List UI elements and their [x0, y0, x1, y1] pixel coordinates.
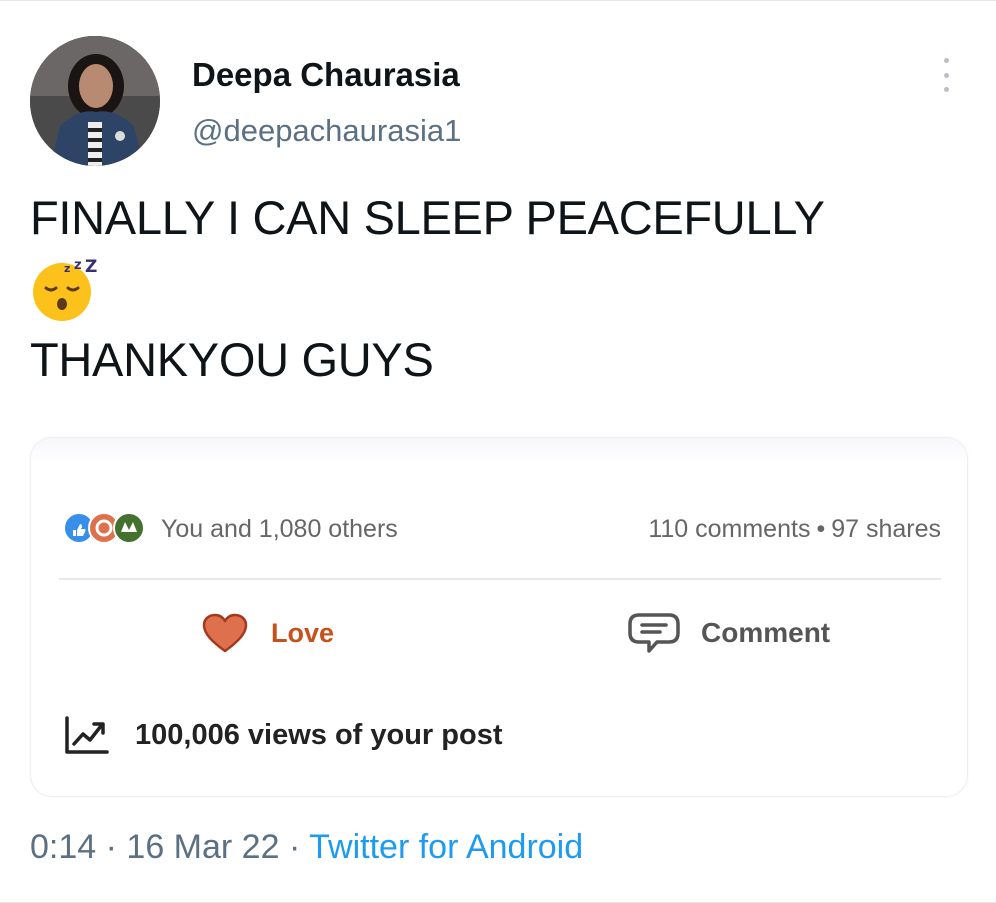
views-count: 100,006 views of your post	[135, 718, 503, 751]
heart-icon	[202, 613, 248, 653]
analytics-trend-icon	[65, 716, 109, 754]
comment-icon	[628, 613, 680, 653]
comment-label: Comment	[701, 617, 831, 648]
sleeping-face-icon: z z Z	[33, 258, 97, 321]
love-label: Love	[271, 617, 335, 648]
reaction-icons	[63, 512, 145, 544]
user-handle[interactable]: @deepachaurasia1	[192, 113, 461, 149]
avatar[interactable]	[30, 36, 160, 166]
post-views[interactable]: 100,006 views of your post	[63, 714, 502, 756]
meta-separator: ·	[105, 828, 117, 866]
tweet-date: 16 Mar 22	[126, 828, 280, 866]
tweet-source-link[interactable]: Twitter for Android	[309, 828, 583, 866]
love-button[interactable]: Love	[201, 608, 334, 658]
display-name[interactable]: Deepa Chaurasia	[192, 56, 460, 94]
embedded-post-card[interactable]: You and 1,080 others 110 comments • 97 sha…	[30, 437, 968, 797]
meta-separator: ·	[288, 828, 301, 866]
tweet-meta: 0:14 · 16 Mar 22 · Twitter for Android	[30, 828, 583, 867]
more-options-icon[interactable]	[934, 58, 958, 92]
svg-text:z: z	[74, 258, 82, 273]
shares-count[interactable]: 97 shares	[831, 515, 941, 543]
tweet-text-line: THANKYOU GUYS	[30, 333, 434, 386]
engagement-stats: 110 comments • 97 shares	[648, 515, 941, 544]
card-header-band	[31, 438, 967, 464]
top-divider	[0, 0, 996, 7]
reactions-summary[interactable]: You and 1,080 others	[161, 515, 398, 544]
comment-button[interactable]: Comment	[627, 608, 830, 658]
comments-count[interactable]: 110 comments	[648, 515, 810, 543]
profile-photo	[30, 36, 160, 166]
svg-text:Z: Z	[85, 258, 97, 277]
stats-separator: •	[816, 515, 826, 543]
bottom-divider	[0, 898, 996, 903]
svg-text:z: z	[64, 262, 70, 275]
tweet-time: 0:14	[30, 828, 97, 866]
card-divider	[59, 578, 941, 580]
tweet-text-line: FINALLY I CAN SLEEP PEACEFULLY	[30, 191, 825, 244]
